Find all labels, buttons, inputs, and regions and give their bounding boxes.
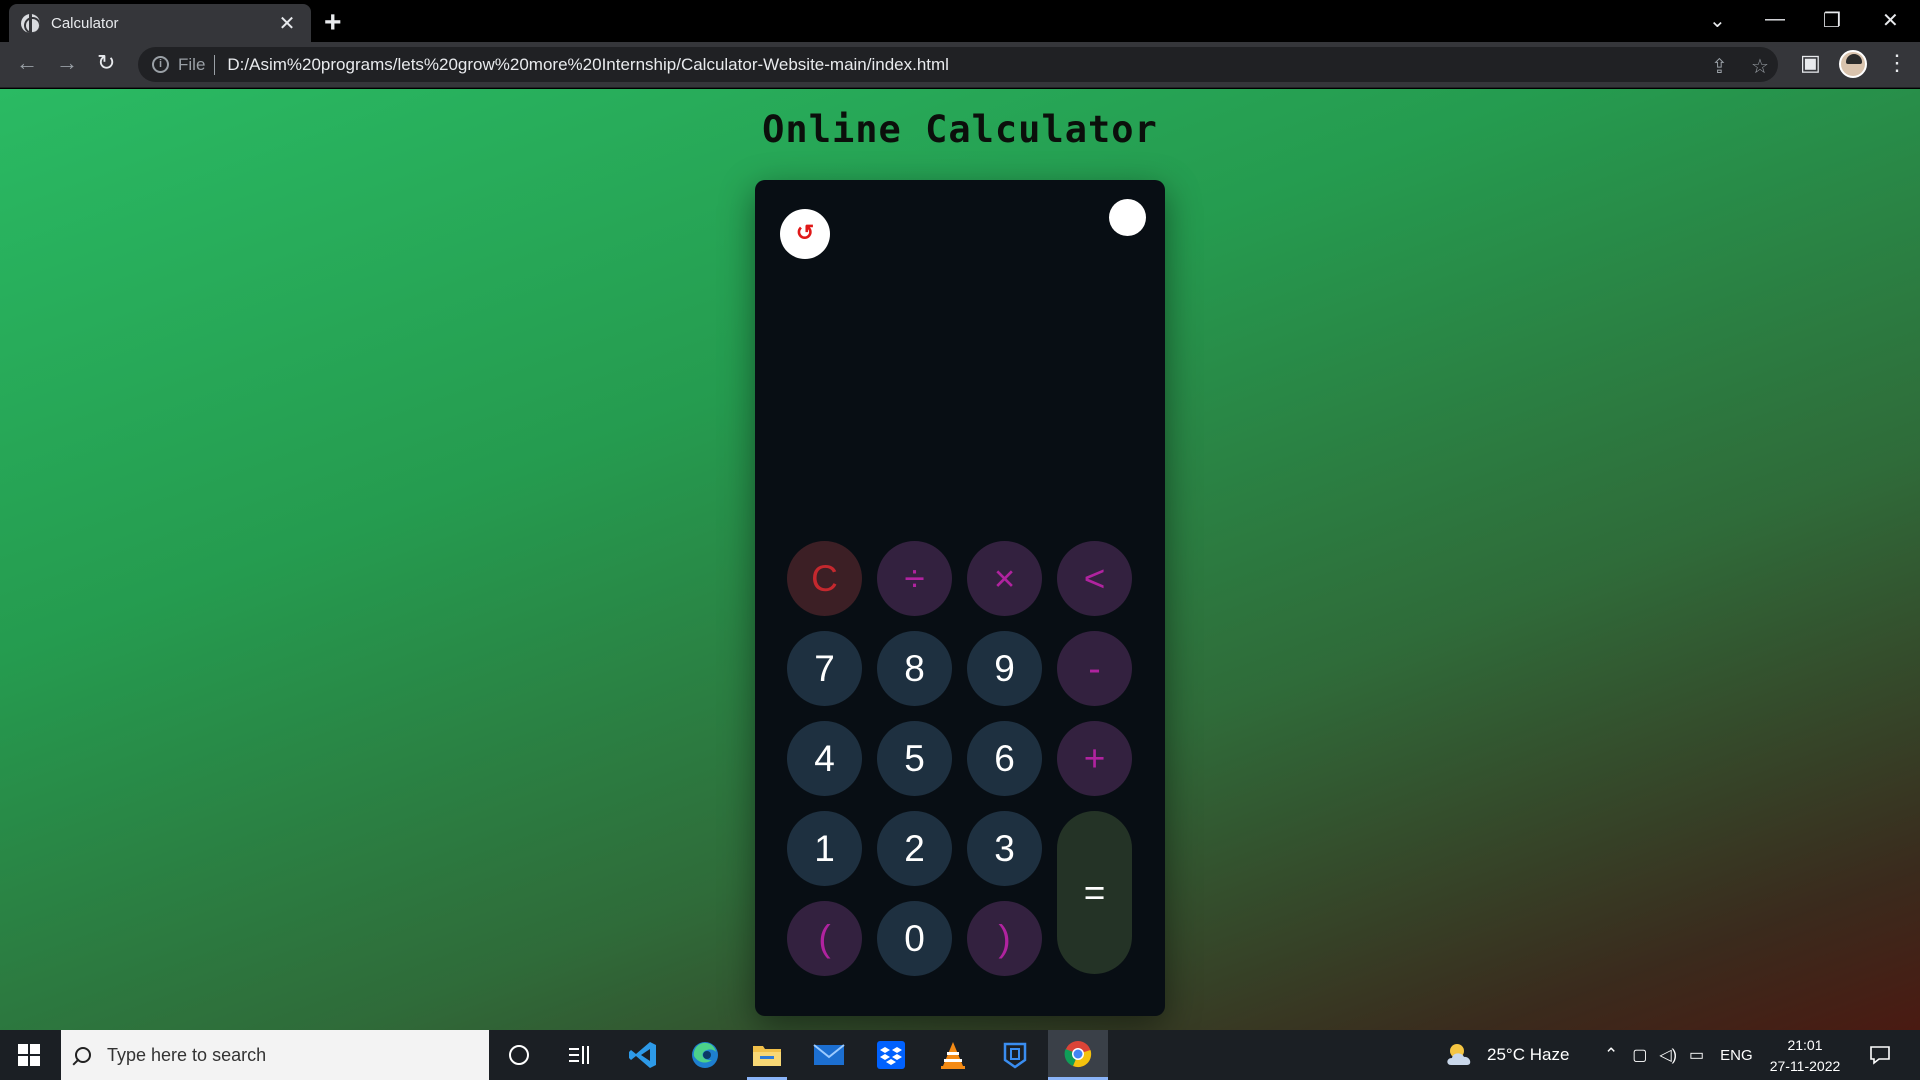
search-placeholder: Type here to search xyxy=(107,1044,267,1065)
page-viewport: Online Calculator ↺ C ÷ × <7 8 9- 4 5 6 +1 2 3 = (0) xyxy=(0,89,1920,1030)
key-6-button[interactable]: 6 xyxy=(967,721,1042,796)
tab-close-icon[interactable]: ✕ xyxy=(275,11,299,36)
key-backspace-button[interactable]: < xyxy=(1057,541,1132,616)
clock-date: 27-11-2022 xyxy=(1769,1058,1841,1074)
network-icon[interactable]: ▢ xyxy=(1632,1045,1647,1065)
vscode-icon[interactable] xyxy=(613,1030,673,1080)
calculator: ↺ C ÷ × <7 8 9- 4 5 6 +1 2 3 = (0) xyxy=(755,180,1165,1016)
forward-button[interactable]: → xyxy=(56,50,78,76)
key-close-paren-button[interactable]: ) xyxy=(967,901,1042,976)
key-2-button[interactable]: 2 xyxy=(877,811,952,886)
key-clear-button[interactable]: C xyxy=(787,541,862,616)
scheme-chip: File xyxy=(178,54,206,74)
key-4-button[interactable]: 4 xyxy=(787,721,862,796)
bookmark-star-icon[interactable]: ☆ xyxy=(1751,54,1769,79)
history-button[interactable]: ↺ xyxy=(780,209,830,259)
side-panel-icon[interactable]: ▣ xyxy=(1800,50,1821,76)
globe-icon xyxy=(21,13,40,33)
menu-icon[interactable]: ⋮ xyxy=(1886,50,1908,76)
share-icon[interactable]: ⇪ xyxy=(1711,54,1728,79)
weather-cloud-icon xyxy=(1447,1044,1471,1065)
volume-icon[interactable]: ◁) xyxy=(1659,1045,1677,1065)
address-bar[interactable]: i File D:/Asim%20programs/lets%20grow%20… xyxy=(138,47,1778,82)
url-text[interactable]: D:/Asim%20programs/lets%20grow%20more%20… xyxy=(227,55,949,75)
tab-title: Calculator xyxy=(51,14,119,32)
taskbar-search-input[interactable]: Type here to search xyxy=(61,1030,489,1080)
file-explorer-icon[interactable] xyxy=(737,1030,797,1080)
restore-button[interactable]: ❐ xyxy=(1823,8,1841,33)
windows-start-icon[interactable] xyxy=(18,1044,40,1066)
browser-titlebar: Calculator ✕ + ⌄ — ❐ ✕ xyxy=(0,0,1920,42)
info-icon[interactable]: i xyxy=(152,56,169,73)
cortana-icon[interactable] xyxy=(489,1030,549,1080)
key-7-button[interactable]: 7 xyxy=(787,631,862,706)
app-icon[interactable] xyxy=(985,1030,1045,1080)
weather-text: 25°C Haze xyxy=(1487,1045,1570,1064)
battery-icon[interactable]: ▭ xyxy=(1689,1045,1704,1065)
profile-avatar[interactable] xyxy=(1839,50,1867,78)
back-button[interactable]: ← xyxy=(16,50,38,76)
key-5-button[interactable]: 5 xyxy=(877,721,952,796)
search-icon xyxy=(75,1047,91,1063)
reload-button[interactable]: ↻ xyxy=(97,50,115,76)
key-divide-button[interactable]: ÷ xyxy=(877,541,952,616)
key-8-button[interactable]: 8 xyxy=(877,631,952,706)
key-1-button[interactable]: 1 xyxy=(787,811,862,886)
minimize-button[interactable]: — xyxy=(1765,8,1785,31)
key-3-button[interactable]: 3 xyxy=(967,811,1042,886)
key-multiply-button[interactable]: × xyxy=(967,541,1042,616)
browser-tab[interactable]: Calculator ✕ xyxy=(9,4,311,42)
key-9-button[interactable]: 9 xyxy=(967,631,1042,706)
key-open-paren-button[interactable]: ( xyxy=(787,901,862,976)
taskbar-clock[interactable]: 21:01 27-11-2022 xyxy=(1765,1035,1845,1077)
mail-icon[interactable] xyxy=(799,1030,859,1080)
dropbox-icon[interactable] xyxy=(861,1030,921,1080)
task-view-icon[interactable] xyxy=(549,1030,609,1080)
chrome-icon[interactable] xyxy=(1048,1030,1108,1080)
page-title: Online Calculator xyxy=(762,108,1158,151)
language-indicator[interactable]: ENG xyxy=(1720,1047,1753,1064)
clock-time: 21:01 xyxy=(1787,1037,1823,1053)
key-0-button[interactable]: 0 xyxy=(877,901,952,976)
address-separator xyxy=(214,54,216,75)
show-hidden-icons-icon[interactable]: ⌃ xyxy=(1604,1045,1618,1065)
edge-icon[interactable] xyxy=(675,1030,735,1080)
calculator-display xyxy=(785,280,1135,480)
key-minus-button[interactable]: - xyxy=(1057,631,1132,706)
windows-taskbar: Type here to search 25°C Haze ⌃ ▢ ◁) ▭ E… xyxy=(0,1030,1920,1080)
tab-search-icon[interactable]: ⌄ xyxy=(1709,8,1726,33)
close-window-button[interactable]: ✕ xyxy=(1882,8,1899,33)
notifications-icon[interactable] xyxy=(1850,1030,1910,1080)
key-plus-button[interactable]: + xyxy=(1057,721,1132,796)
new-tab-button[interactable]: + xyxy=(324,6,342,40)
weather-widget[interactable]: 25°C Haze xyxy=(1445,1030,1569,1080)
tray-icons: ⌃ ▢ ◁) ▭ ENG xyxy=(1604,1030,1753,1080)
browser-toolbar: ← → ↻ i File D:/Asim%20programs/lets%20g… xyxy=(0,42,1920,88)
key-equals-button[interactable]: = xyxy=(1057,811,1132,974)
vlc-icon[interactable] xyxy=(923,1030,983,1080)
theme-toggle-button[interactable] xyxy=(1109,199,1146,236)
